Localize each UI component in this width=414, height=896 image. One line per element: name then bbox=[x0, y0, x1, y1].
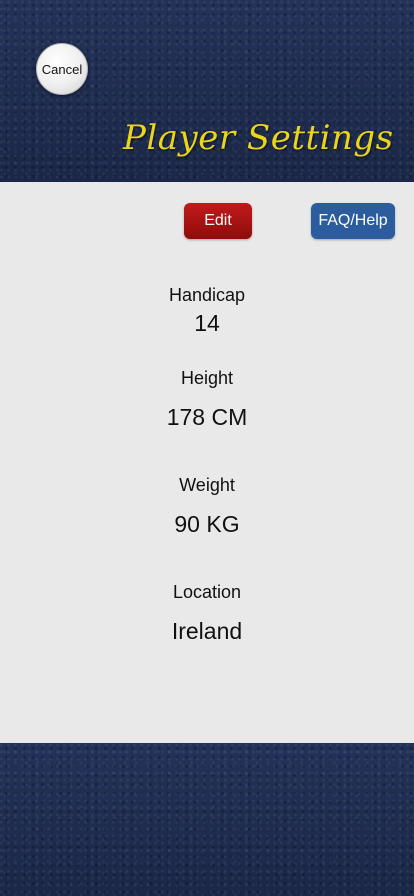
height-label: Height bbox=[180, 368, 234, 388]
handicap-label: Handicap bbox=[168, 285, 246, 305]
handicap-value: 14 bbox=[194, 310, 220, 336]
edit-button[interactable]: Edit bbox=[184, 203, 252, 239]
faq-help-button[interactable]: FAQ/Help bbox=[311, 203, 395, 239]
weight-value: 90 KG bbox=[174, 511, 240, 537]
location-label: Location bbox=[172, 582, 242, 602]
weight-label: Weight bbox=[179, 475, 235, 495]
page-title: Player Settings bbox=[123, 118, 394, 158]
footer-background bbox=[0, 743, 414, 896]
location-value: Ireland bbox=[171, 618, 243, 644]
settings-panel: Edit FAQ/Help Handicap 14 Height 178 CM … bbox=[0, 182, 414, 743]
height-value: 178 CM bbox=[166, 404, 248, 430]
header-background: Cancel Player Settings bbox=[0, 0, 414, 182]
cancel-button[interactable]: Cancel bbox=[36, 43, 88, 95]
